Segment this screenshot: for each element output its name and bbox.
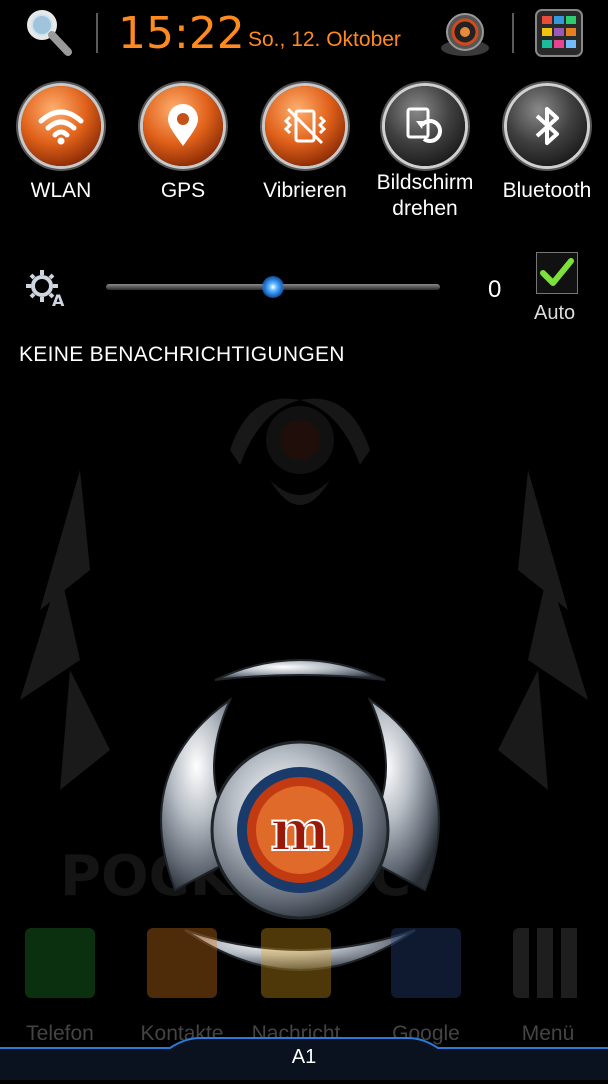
settings-button[interactable] (438, 10, 492, 60)
toggle-gps[interactable]: GPS (122, 86, 244, 236)
clock: 15:22 (118, 8, 245, 59)
toggle-screen-rotation[interactable]: Bildschirm drehen (364, 86, 486, 236)
carrier-name: A1 (291, 1046, 317, 1068)
biohazard-logo: m (160, 659, 440, 971)
wifi-icon (38, 109, 84, 145)
search-button[interactable] (22, 6, 76, 60)
toggle-label: WLAN (30, 179, 92, 202)
toggle-wlan-button[interactable] (21, 86, 101, 166)
vibrate-icon (283, 107, 327, 145)
no-notifications-label: KEINE BENACHRICHTIGUNGEN (19, 343, 345, 366)
auto-brightness-checkbox[interactable] (536, 252, 578, 294)
dock-item-menu[interactable]: Menü (498, 928, 598, 1046)
phone-icon (25, 928, 95, 998)
toggle-bluetooth[interactable]: Bluetooth (486, 86, 608, 236)
toggle-label: Bluetooth (502, 179, 592, 202)
brightness-auto-icon: A (24, 268, 68, 310)
brightness-value: 0 (488, 276, 502, 303)
contacts-icon (147, 928, 217, 998)
date: So., 12. Oktober (248, 28, 401, 51)
dock-item-phone[interactable]: Telefon (10, 928, 110, 1046)
app-drawer-button[interactable] (530, 6, 588, 60)
dock-item-google[interactable]: Google (376, 928, 476, 1046)
toggle-label: GPS (160, 179, 206, 202)
toggle-label: Bildschirm drehen (376, 171, 474, 220)
gear-icon (441, 13, 489, 56)
wreath-left-decoration (20, 470, 110, 790)
checkmark-icon (540, 258, 574, 286)
search-icon (27, 10, 72, 56)
bluetooth-icon (535, 107, 559, 145)
toggle-gps-button[interactable] (143, 86, 223, 166)
faint-biohazard-logo (230, 398, 370, 505)
dock-item-contacts[interactable]: Kontakte (132, 928, 232, 1046)
location-pin-icon (168, 104, 198, 146)
toggle-bluetooth-button[interactable] (507, 86, 587, 166)
toggle-vibrate[interactable]: Vibrieren (244, 86, 366, 236)
google-folder-icon (391, 928, 461, 998)
screen-rotate-icon (406, 107, 442, 143)
status-divider (96, 13, 98, 53)
toggle-vibrate-button[interactable] (265, 86, 345, 166)
svg-text:A: A (52, 291, 65, 308)
wreath-right-decoration (498, 470, 588, 790)
toggle-screen-rotation-button[interactable] (385, 86, 465, 166)
toggle-wlan[interactable]: WLAN (0, 86, 122, 236)
app-grid-icon (535, 9, 583, 57)
svg-text:m: m (270, 798, 329, 864)
app-grid-icon (513, 928, 583, 998)
brightness-slider-thumb[interactable] (262, 276, 284, 298)
toggle-label: Vibrieren (263, 179, 347, 202)
dock-item-messages[interactable]: Nachricht (246, 928, 346, 1046)
status-divider (512, 13, 514, 53)
message-icon (261, 928, 331, 998)
auto-brightness-label: Auto (534, 302, 576, 324)
